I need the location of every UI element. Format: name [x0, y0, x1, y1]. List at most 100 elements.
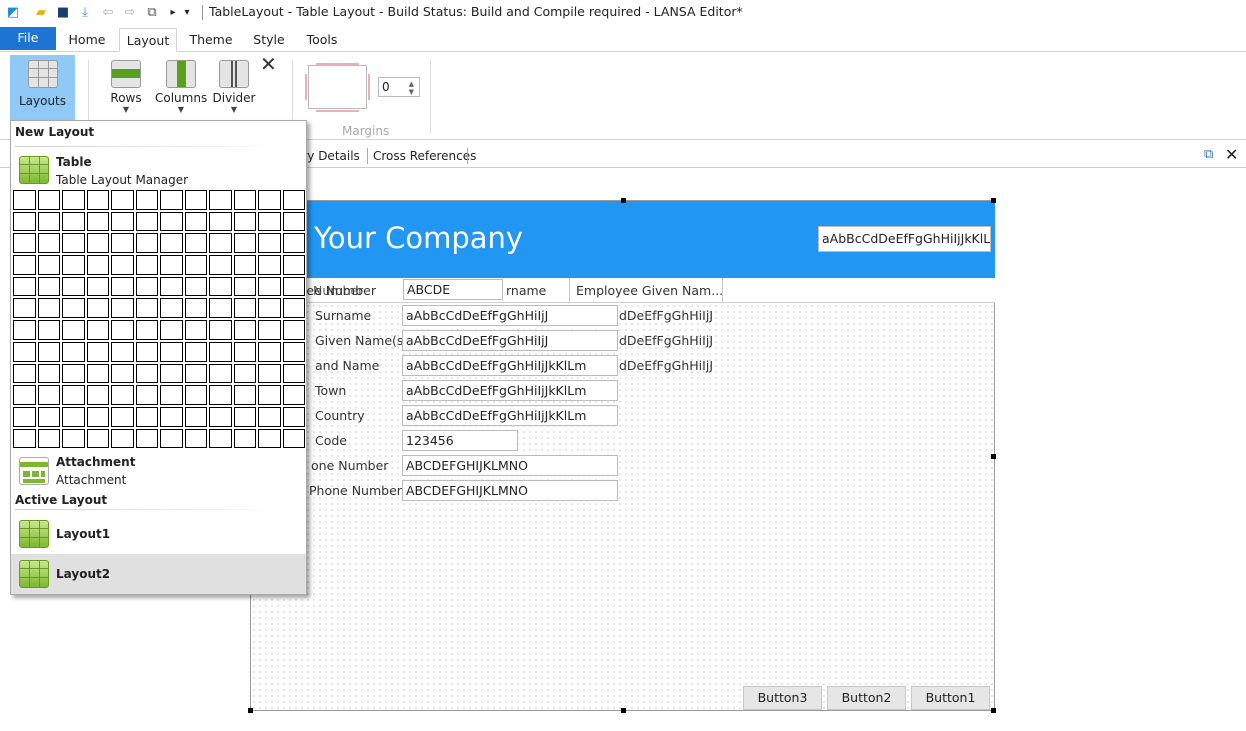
grid-cell[interactable]	[258, 320, 281, 340]
grid-cell[interactable]	[184, 298, 207, 319]
grid-cell[interactable]	[37, 298, 60, 319]
grid-cell[interactable]	[258, 363, 281, 384]
grid-cell[interactable]	[13, 385, 36, 405]
grid-cell[interactable]	[282, 298, 305, 319]
grid-cell[interactable]	[62, 211, 85, 232]
grid-cell[interactable]	[282, 190, 305, 210]
grid-cell[interactable]	[209, 341, 232, 362]
button1[interactable]: Button1	[911, 686, 990, 710]
grid-cell[interactable]	[86, 298, 109, 319]
menu-item-layout1[interactable]: Layout1	[11, 514, 306, 554]
grid-cell[interactable]	[184, 428, 207, 449]
grid-cell[interactable]	[209, 406, 232, 427]
grid-cell[interactable]	[135, 298, 158, 319]
grid-cell[interactable]	[135, 276, 158, 297]
grid-cell[interactable]	[86, 428, 109, 449]
grid-cell[interactable]	[86, 190, 109, 210]
grid-cell[interactable]	[233, 211, 256, 232]
field-input[interactable]: 123456	[402, 430, 518, 451]
grid-cell[interactable]	[37, 276, 60, 297]
grid-cell[interactable]	[184, 320, 207, 340]
grid-cell[interactable]	[37, 341, 60, 362]
grid-cell[interactable]	[184, 341, 207, 362]
grid-cell[interactable]	[37, 211, 60, 232]
grid-cell[interactable]	[86, 233, 109, 254]
open-folder-icon[interactable]: ▰	[33, 5, 49, 21]
grid-cell[interactable]	[13, 211, 36, 232]
grid-cell[interactable]	[135, 320, 158, 340]
grid-cell[interactable]	[37, 385, 60, 405]
grid-cell[interactable]	[209, 298, 232, 319]
layouts-button[interactable]: Layouts	[10, 55, 75, 121]
grid-cell[interactable]	[160, 320, 183, 340]
grid-cell[interactable]	[209, 190, 232, 210]
tab-layout[interactable]: Layout	[119, 28, 177, 52]
grid-cell[interactable]	[282, 406, 305, 427]
grid-cell[interactable]	[13, 276, 36, 297]
grid-cell[interactable]	[282, 428, 305, 449]
column-header-given-name[interactable]: Employee Given Nam...	[576, 283, 723, 298]
grid-cell[interactable]	[37, 406, 60, 427]
grid-cell[interactable]	[209, 276, 232, 297]
resize-handle[interactable]	[248, 708, 253, 713]
resize-handle[interactable]	[621, 708, 626, 713]
back-icon[interactable]: ⇦	[100, 5, 116, 21]
grid-cell[interactable]	[233, 320, 256, 340]
grid-cell[interactable]	[13, 298, 36, 319]
grid-cell[interactable]	[13, 233, 36, 254]
grid-cell[interactable]	[13, 341, 36, 362]
grid-cell[interactable]	[111, 320, 134, 340]
close-icon[interactable]: ✕	[260, 52, 277, 76]
grid-cell[interactable]	[37, 363, 60, 384]
field-input[interactable]: ABCDEFGHIJKLMNO	[402, 480, 618, 501]
divider-button[interactable]: Divider ▼	[212, 60, 256, 114]
grid-cell[interactable]	[111, 190, 134, 210]
grid-cell[interactable]	[111, 363, 134, 384]
resize-handle[interactable]	[991, 454, 996, 459]
forward-icon[interactable]: ⇨	[122, 5, 138, 21]
grid-cell[interactable]	[13, 320, 36, 340]
grid-cell[interactable]	[111, 428, 134, 449]
grid-cell[interactable]	[86, 363, 109, 384]
grid-cell[interactable]	[184, 211, 207, 232]
grid-cell[interactable]	[160, 233, 183, 254]
grid-cell[interactable]	[233, 363, 256, 384]
grid-cell[interactable]	[160, 341, 183, 362]
grid-cell[interactable]	[135, 385, 158, 405]
grid-cell[interactable]	[160, 190, 183, 210]
resize-handle[interactable]	[621, 198, 626, 203]
grid-cell[interactable]	[160, 255, 183, 275]
rows-button[interactable]: Rows ▼	[106, 60, 146, 114]
grid-cell[interactable]	[111, 298, 134, 319]
grid-cell[interactable]	[13, 406, 36, 427]
grid-cell[interactable]	[282, 363, 305, 384]
grid-cell[interactable]	[282, 385, 305, 405]
grid-cell[interactable]	[184, 385, 207, 405]
grid-cell[interactable]	[13, 190, 36, 210]
grid-cell[interactable]	[258, 276, 281, 297]
grid-cell[interactable]	[86, 276, 109, 297]
grid-cell[interactable]	[233, 385, 256, 405]
field-input[interactable]: ABCDEFGHIJKLMNO	[402, 455, 618, 476]
grid-cell[interactable]	[62, 406, 85, 427]
grid-cell[interactable]	[135, 406, 158, 427]
grid-cell[interactable]	[62, 385, 85, 405]
grid-cell[interactable]	[86, 385, 109, 405]
grid-cell[interactable]	[282, 276, 305, 297]
grid-cell[interactable]	[37, 233, 60, 254]
grid-cell[interactable]	[62, 276, 85, 297]
grid-cell[interactable]	[209, 320, 232, 340]
grid-cell[interactable]	[184, 276, 207, 297]
grid-cell[interactable]	[258, 428, 281, 449]
grid-cell[interactable]	[62, 190, 85, 210]
margin-spinner[interactable]: 0 ▲ ▼	[378, 77, 420, 97]
grid-cell[interactable]	[135, 341, 158, 362]
grid-cell[interactable]	[209, 233, 232, 254]
grid-cell[interactable]	[135, 233, 158, 254]
grid-cell[interactable]	[233, 341, 256, 362]
field-input[interactable]: aAbBcCdDeEfFgGhHiIjJkKlLm	[402, 405, 618, 426]
grid-cell[interactable]	[160, 211, 183, 232]
grid-cell[interactable]	[160, 298, 183, 319]
grid-cell[interactable]	[258, 341, 281, 362]
grid-cell[interactable]	[135, 211, 158, 232]
